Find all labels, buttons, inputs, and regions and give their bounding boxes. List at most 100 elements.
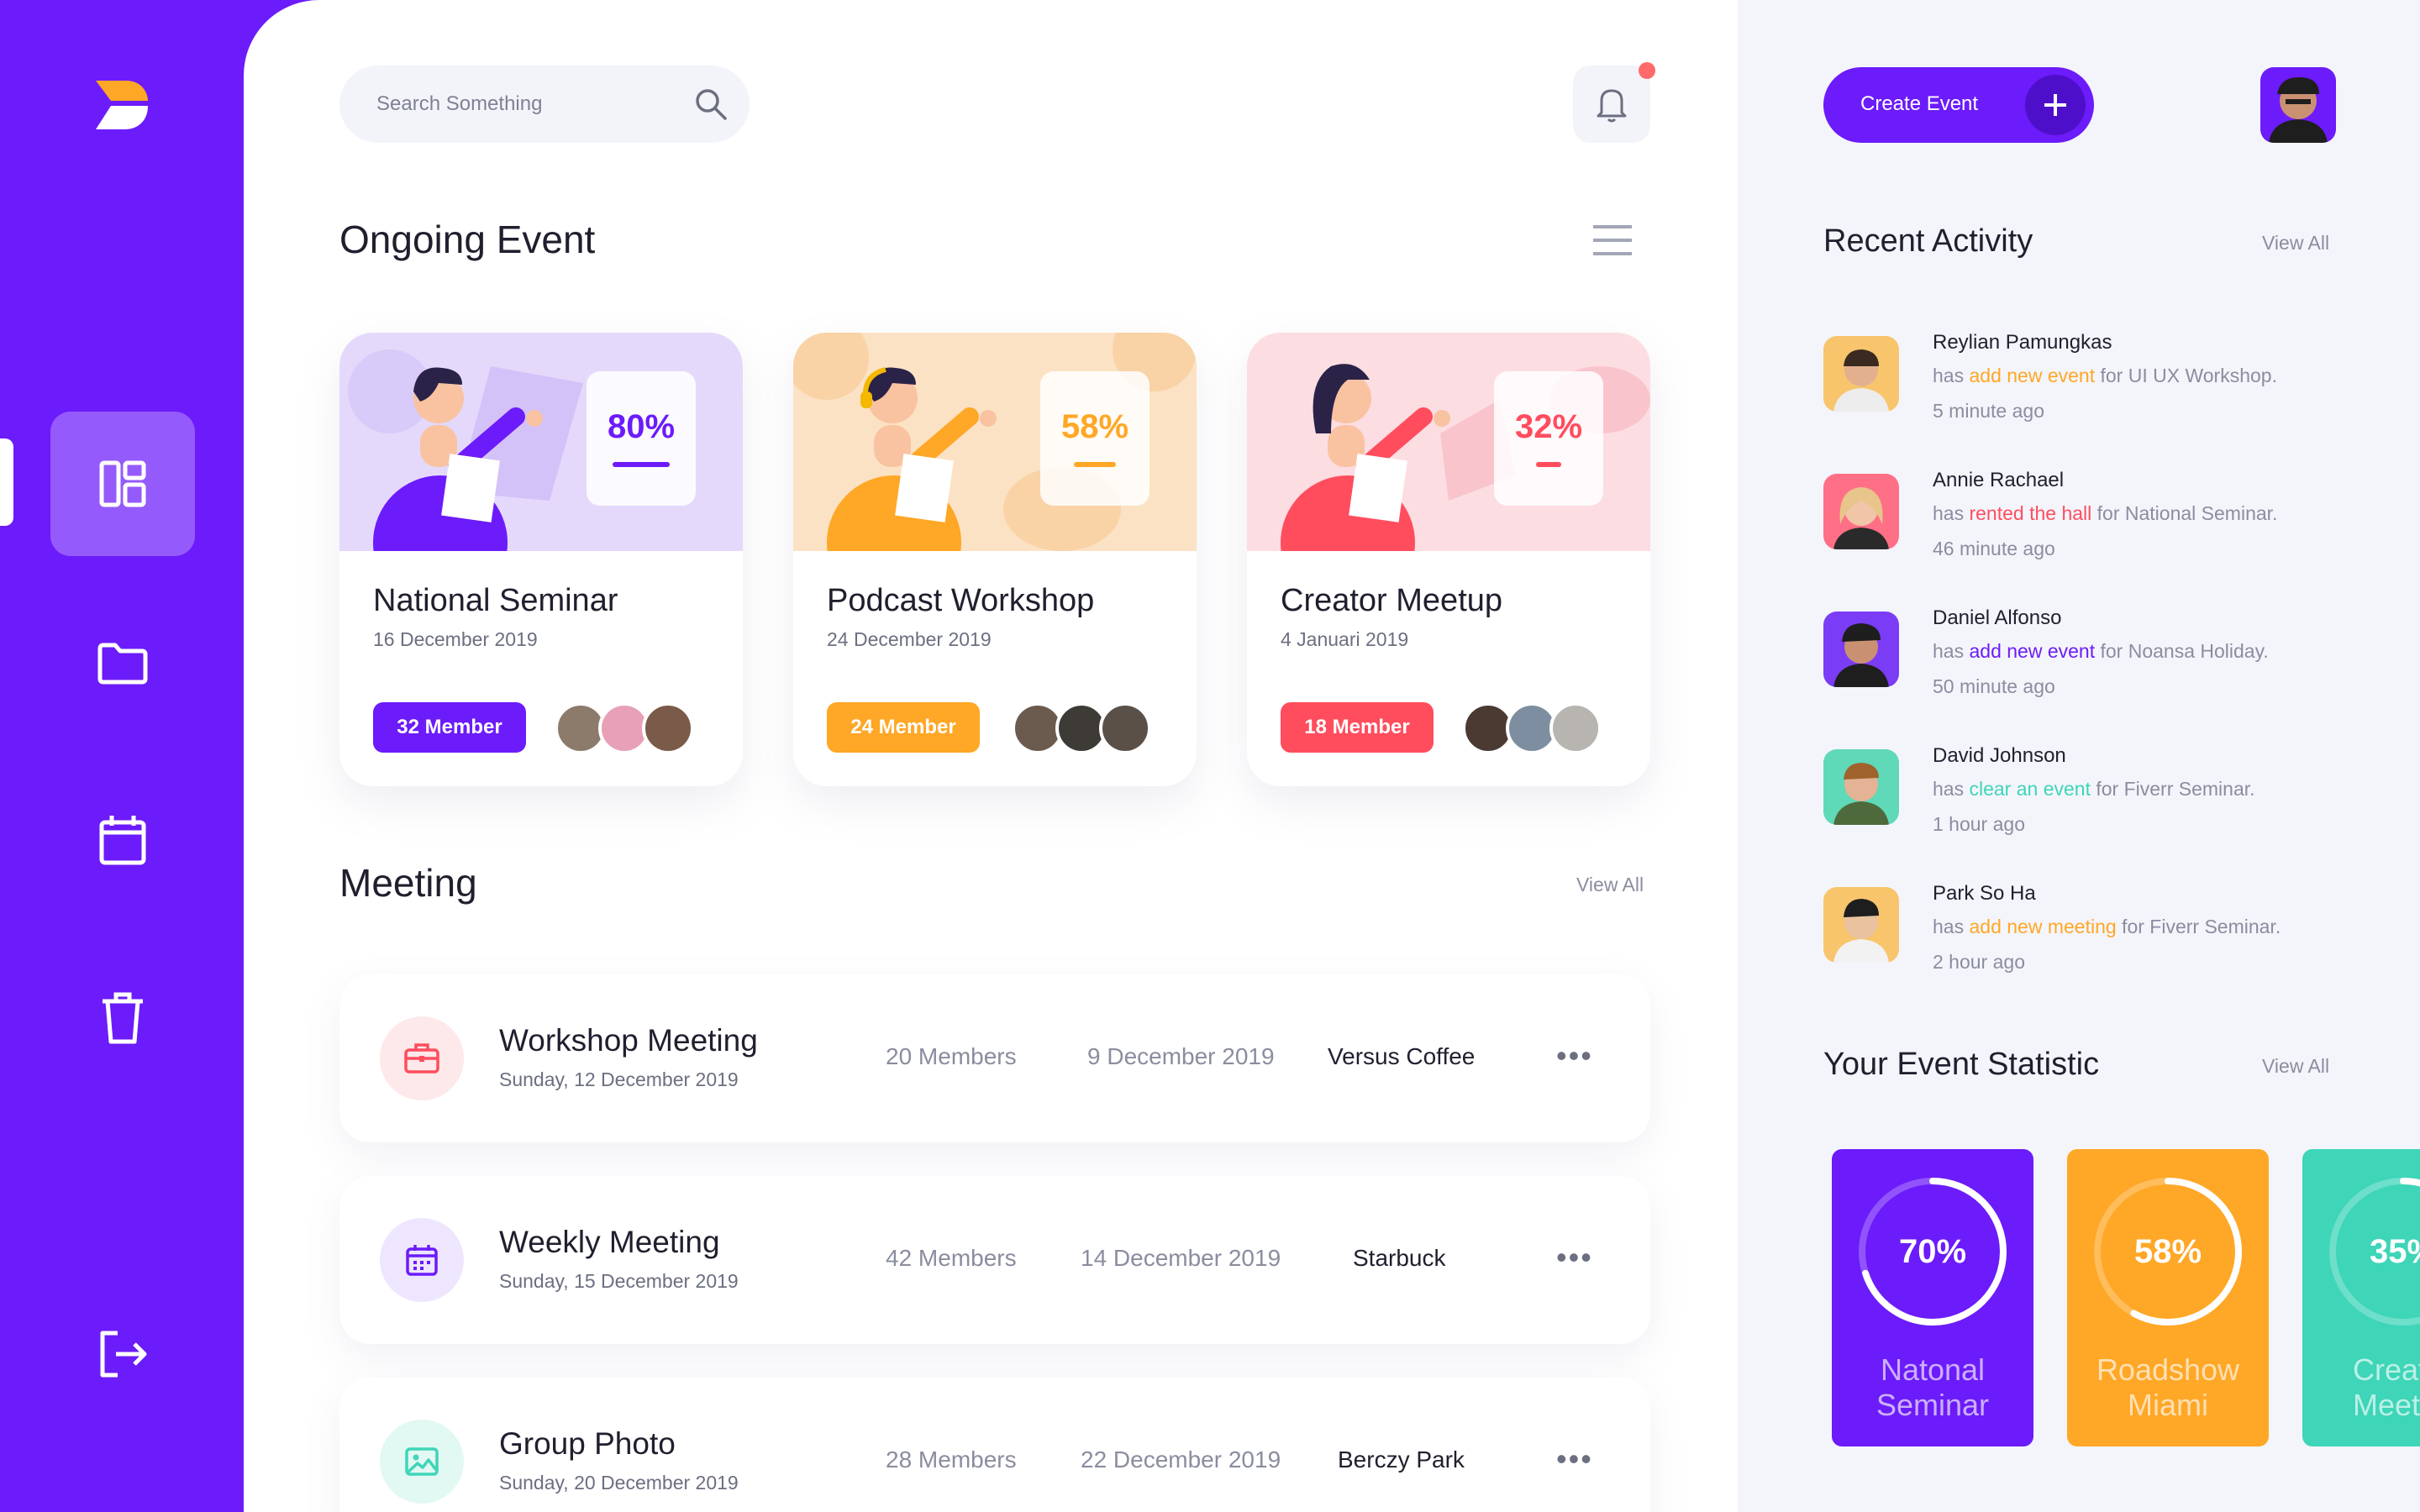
meeting-subtitle: Sunday, 15 December 2019 xyxy=(499,1270,739,1292)
meeting-members: 42 Members xyxy=(886,1245,1017,1271)
recent-view-all-link[interactable]: View All xyxy=(2262,232,2329,255)
more-options-icon[interactable]: ••• xyxy=(1556,1441,1593,1477)
create-event-label: Create Event xyxy=(1860,92,1979,115)
more-options-icon[interactable]: ••• xyxy=(1556,1240,1593,1275)
progress-percent: 58% xyxy=(1060,408,1129,445)
stat-card-roadshow-miami[interactable]: 58% Roadshow Miami xyxy=(2067,1149,2269,1446)
user-avatar[interactable] xyxy=(2260,67,2336,143)
member-badge[interactable]: 32 Member xyxy=(373,702,526,753)
notification-button[interactable] xyxy=(1573,66,1650,143)
meeting-icon-bg xyxy=(380,1016,464,1100)
activity-text: has add new event for Noansa Holiday. xyxy=(1933,640,2269,662)
activity-text: has rented the hall for National Seminar… xyxy=(1933,502,2278,524)
active-nav-indicator xyxy=(0,438,13,526)
activity-text: has add new event for UI UX Workshop. xyxy=(1933,365,2277,386)
meeting-title: Meeting xyxy=(339,861,477,905)
meeting-members: 20 Members xyxy=(886,1043,1017,1069)
activity-time: 1 hour ago xyxy=(1933,813,2025,835)
nav-dashboard[interactable] xyxy=(50,412,195,556)
image-icon xyxy=(405,1447,439,1476)
activity-action[interactable]: add new event xyxy=(1969,365,2095,386)
activity-avatar xyxy=(1823,749,1899,825)
event-title: Creator Meetup xyxy=(1281,583,1503,618)
activity-time: 50 minute ago xyxy=(1933,675,2055,697)
activity-user: David Johnson xyxy=(1933,744,2066,767)
activity-text: has add new meeting for Fiverr Seminar. xyxy=(1933,916,2281,937)
activity-user: Annie Rachael xyxy=(1933,469,2065,491)
member-avatars xyxy=(1012,702,1151,754)
member-badge[interactable]: 24 Member xyxy=(827,702,980,753)
event-card-national-seminar[interactable]: 80% National Seminar 16 December 2019 32… xyxy=(339,333,743,786)
meeting-date: 22 December 2019 xyxy=(1081,1446,1281,1473)
trash-icon xyxy=(103,992,143,1044)
meeting-row-group-photo[interactable]: Group Photo Sunday, 20 December 2019 28 … xyxy=(339,1378,1650,1512)
meeting-place: Berczy Park xyxy=(1338,1446,1465,1473)
activity-action[interactable]: clear an event xyxy=(1969,778,2090,800)
meeting-icon-bg xyxy=(380,1420,464,1504)
meeting-place: Versus Coffee xyxy=(1328,1043,1476,1069)
avatar xyxy=(642,702,694,754)
member-avatars xyxy=(555,702,694,754)
stat-card-creator-meetup[interactable]: 35% CreatorMeetup xyxy=(2302,1149,2420,1446)
plus-icon xyxy=(2025,75,2086,135)
activity-text: has clear an event for Fiverr Seminar. xyxy=(1933,778,2255,800)
activity-item[interactable]: Reylian Pamungkas has add new event for … xyxy=(1823,331,2344,432)
nav-trash[interactable] xyxy=(50,946,195,1090)
event-date: 4 Januari 2019 xyxy=(1281,628,1409,650)
activity-item[interactable]: Annie Rachael has rented the hall for Na… xyxy=(1823,469,2344,570)
event-card-podcast-workshop[interactable]: 58% Podcast Workshop 24 December 2019 24… xyxy=(793,333,1197,786)
nav-logout[interactable] xyxy=(50,1282,195,1426)
create-event-button[interactable]: Create Event xyxy=(1823,67,2094,143)
meeting-view-all-link[interactable]: View All xyxy=(1576,874,1644,896)
meeting-row-workshop[interactable]: Workshop Meeting Sunday, 12 December 201… xyxy=(339,974,1650,1142)
progress-bar xyxy=(613,462,670,467)
statistic-view-all-link[interactable]: View All xyxy=(2262,1055,2329,1078)
calendar-icon xyxy=(99,816,146,865)
search-bar xyxy=(339,66,750,143)
event-card-creator-meetup[interactable]: 32% Creator Meetup 4 Januari 2019 18 Mem… xyxy=(1247,333,1650,786)
event-title: National Seminar xyxy=(373,583,618,618)
progress-bar xyxy=(1074,462,1116,467)
member-badge[interactable]: 18 Member xyxy=(1281,702,1434,753)
event-date: 24 December 2019 xyxy=(827,628,992,650)
activity-action[interactable]: add new event xyxy=(1969,640,2095,662)
meeting-name: Group Photo xyxy=(499,1426,676,1461)
activity-action[interactable]: add new meeting xyxy=(1969,916,2116,937)
stat-value: 70% xyxy=(1898,1233,1967,1270)
search-input[interactable] xyxy=(376,66,662,143)
nav-files[interactable] xyxy=(50,591,195,736)
activity-time: 46 minute ago xyxy=(1933,538,2055,559)
activity-item[interactable]: Daniel Alfonso has add new event for Noa… xyxy=(1823,606,2344,707)
progress-box: 58% xyxy=(1040,371,1150,506)
menu-icon[interactable] xyxy=(1593,223,1632,257)
notification-dot xyxy=(1639,62,1655,79)
ongoing-event-title: Ongoing Event xyxy=(339,218,596,261)
activity-time: 2 hour ago xyxy=(1933,951,2025,973)
activity-action[interactable]: rented the hall xyxy=(1969,502,2091,524)
folder-icon xyxy=(97,643,148,685)
activity-user: Park So Ha xyxy=(1933,882,2036,905)
more-options-icon[interactable]: ••• xyxy=(1556,1038,1593,1074)
progress-percent: 80% xyxy=(607,408,676,445)
activity-avatar xyxy=(1823,887,1899,963)
activity-avatar xyxy=(1823,336,1899,412)
meeting-name: Weekly Meeting xyxy=(499,1225,720,1259)
nav-calendar[interactable] xyxy=(50,768,195,912)
meeting-row-weekly[interactable]: Weekly Meeting Sunday, 15 December 2019 … xyxy=(339,1176,1650,1344)
calendar-icon xyxy=(406,1245,438,1276)
dashboard-icon xyxy=(99,460,146,507)
event-statistic-title: Your Event Statistic xyxy=(1823,1047,2100,1082)
stat-value: 58% xyxy=(2133,1233,2202,1270)
progress-box: 80% xyxy=(587,371,696,506)
search-icon[interactable] xyxy=(694,87,728,121)
stat-card-national-seminar[interactable]: 70% Natonal Seminar xyxy=(1832,1149,2033,1446)
logout-icon xyxy=(100,1331,147,1378)
event-title: Podcast Workshop xyxy=(827,583,1095,618)
activity-item[interactable]: David Johnson has clear an event for Fiv… xyxy=(1823,744,2344,845)
activity-item[interactable]: Park So Ha has add new meeting for Fiver… xyxy=(1823,882,2344,983)
progress-percent: 32% xyxy=(1514,408,1583,445)
stat-label: Roadshow Miami xyxy=(2096,1352,2240,1422)
stat-value: 35% xyxy=(2369,1233,2420,1270)
meeting-date: 9 December 2019 xyxy=(1087,1043,1275,1069)
meeting-subtitle: Sunday, 12 December 2019 xyxy=(499,1068,739,1090)
